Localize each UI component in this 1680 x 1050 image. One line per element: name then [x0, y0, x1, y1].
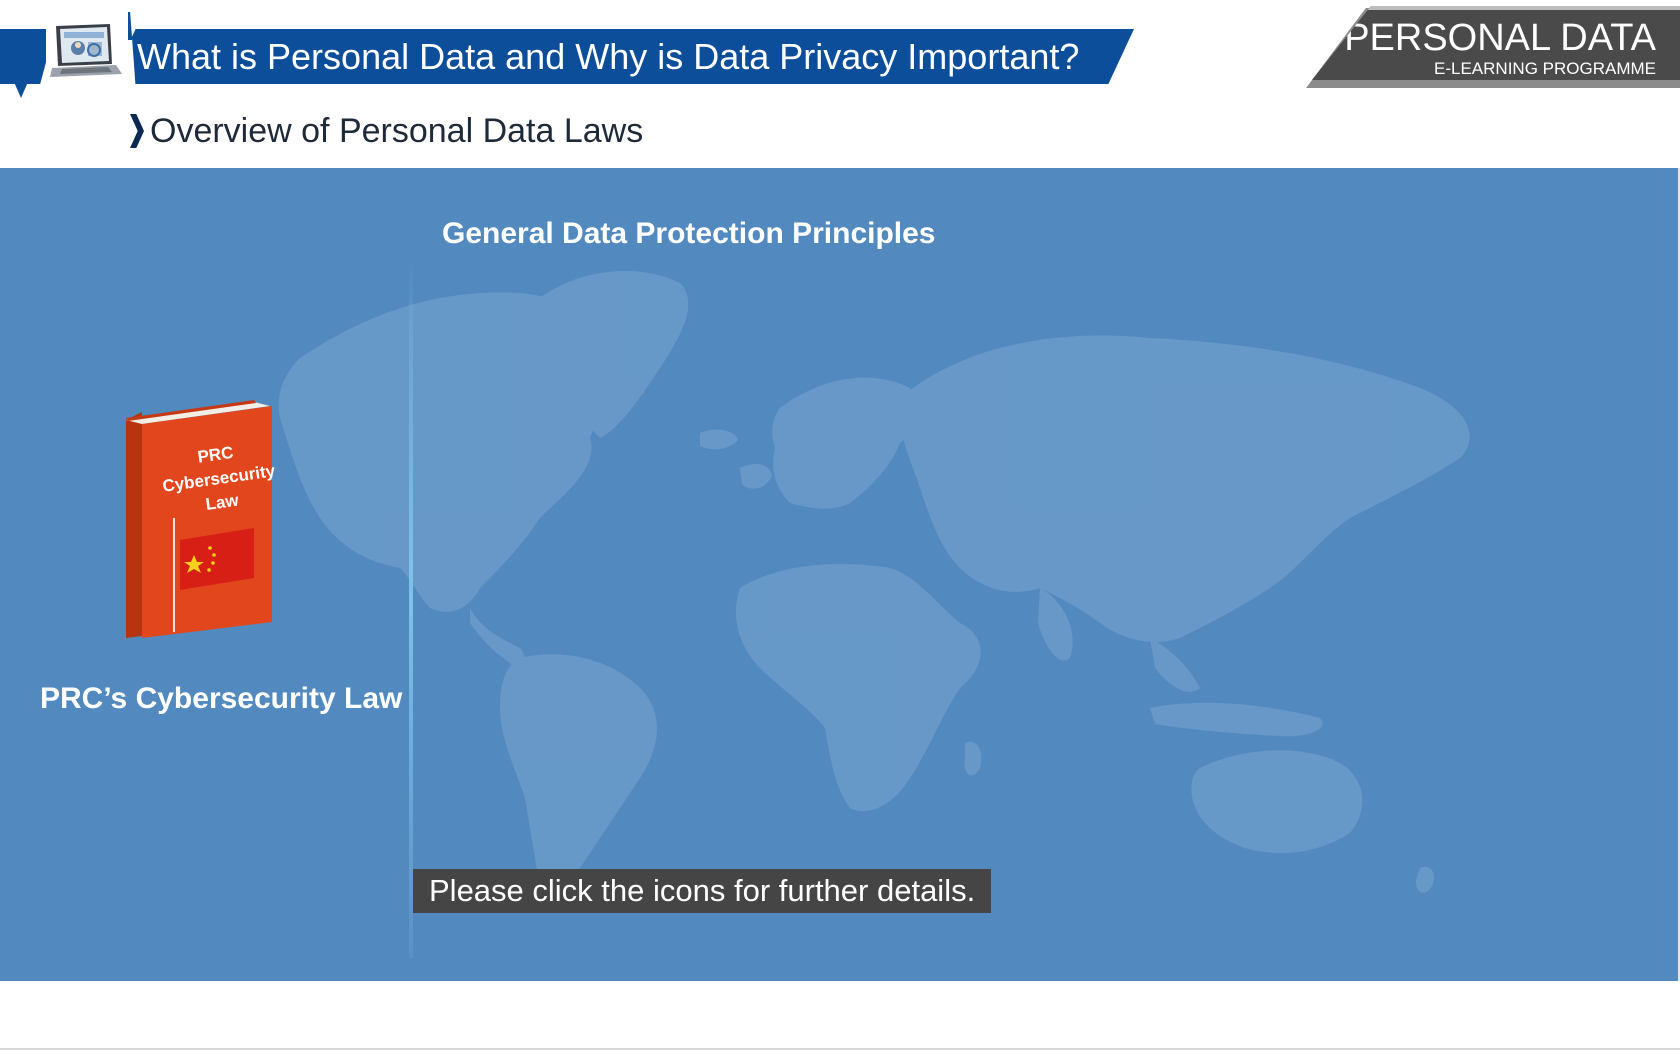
section-title: Overview of Personal Data Laws: [150, 112, 644, 150]
header: What is Personal Data and Why is Data Pr…: [0, 0, 1680, 168]
footer: [0, 981, 1680, 1050]
panel-heading: General Data Protection Principles: [442, 217, 936, 250]
header-left-tab-tip: [14, 82, 28, 98]
brand-badge-face: PERSONAL DATA E-LEARNING PROGRAMME: [1312, 6, 1680, 80]
breadcrumb: Overview of Personal Data Laws: [130, 108, 643, 154]
content-panel: General Data Protection Principles PRC C…: [0, 168, 1680, 981]
brand-badge: PERSONAL DATA E-LEARNING PROGRAMME: [1306, 0, 1680, 88]
prc-cybersecurity-law-book-icon[interactable]: PRC Cybersecurity Law: [124, 400, 290, 640]
brand-subtitle: E-LEARNING PROGRAMME: [1434, 59, 1656, 78]
instruction-hint: Please click the icons for further detai…: [413, 869, 992, 913]
brand-title: PERSONAL DATA: [1344, 17, 1656, 59]
laptop-icon: [50, 24, 122, 77]
header-left-tab: [0, 29, 46, 84]
law-caption: PRC’s Cybersecurity Law: [40, 682, 403, 715]
vertical-divider: [409, 258, 413, 958]
chevron-right-icon: [130, 114, 144, 148]
page-title: What is Personal Data and Why is Data Pr…: [137, 36, 1080, 77]
